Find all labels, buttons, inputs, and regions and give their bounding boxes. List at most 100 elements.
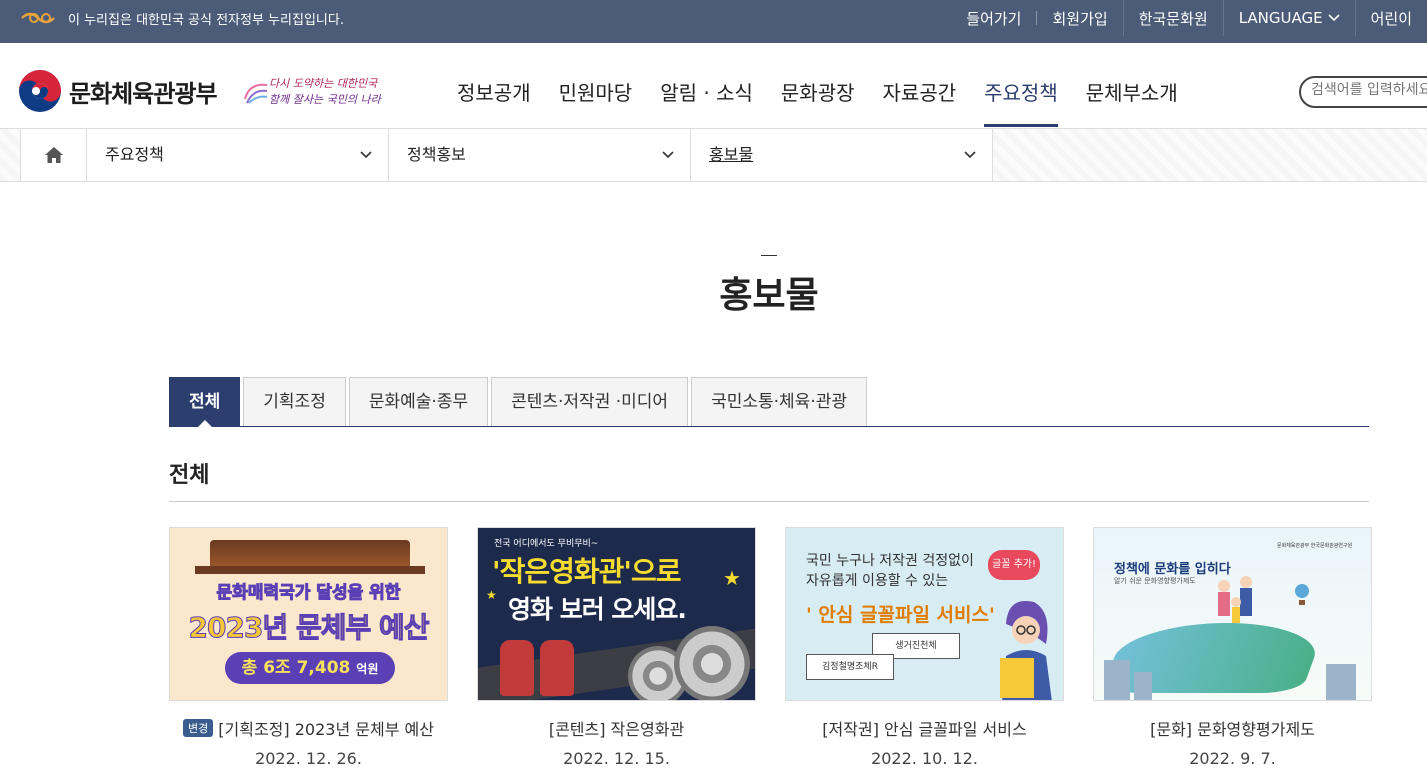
page-title: 홍보물: [719, 275, 819, 316]
pill-value: 6조 7,408: [263, 658, 351, 678]
status-badge: 변경: [183, 719, 214, 737]
breadcrumb: 주요정책 정책홍보 홍보물: [20, 129, 993, 181]
location-bar: 주요정책 정책홍보 홍보물: [0, 129, 1427, 182]
site-header: 문화체육관광부 다시 도약하는 대한민국 함께 잘사는 국민의 나라 정보공개 …: [0, 43, 1427, 129]
nav-info-disclosure[interactable]: 정보공개: [443, 43, 545, 128]
building-illustration: [1104, 660, 1130, 700]
language-label: LANGUAGE: [1238, 9, 1323, 27]
breadcrumb-level2[interactable]: 정책홍보: [389, 129, 691, 181]
nav-civil-service[interactable]: 민원마당: [545, 43, 647, 128]
main-navigation: 정보공개 민원마당 알림 · 소식 문화광장 자료공간 주요정책 문체부소개: [443, 43, 1192, 128]
card-date: 2022. 10. 12.: [871, 749, 978, 768]
thumb-line3: ' 안심 글꼴파일 서비스': [806, 604, 995, 626]
gov-notice: 이 누리집은 대한민국 공식 전자정부 누리집입니다.: [20, 0, 344, 36]
font-sample-box: 김정철명조체R: [806, 654, 894, 680]
agency-logos: 문화체육관광부 한국문화관광연구원: [1277, 543, 1353, 549]
thumb-line1: 국민 누구나 저작권 걱정없이: [806, 553, 974, 569]
chevron-down-icon: [360, 151, 372, 159]
search-input[interactable]: [1311, 82, 1427, 98]
tab-communication-sports[interactable]: 국민소통·체육·관광: [691, 377, 868, 426]
card-thumbnail[interactable]: 국민 누구나 저작권 걱정없이 자유롭게 이용할 수 있는 ' 안심 글꼴파일 …: [785, 527, 1064, 701]
language-selector[interactable]: LANGUAGE: [1222, 0, 1355, 36]
breadcrumb-level3[interactable]: 홍보물: [691, 129, 993, 181]
star-icon: ★: [486, 588, 497, 602]
thumb-sub: 전국 어디에서도 무비무비~: [494, 539, 599, 549]
card-title[interactable]: [기획조정] 2023년 문체부 예산: [218, 716, 434, 740]
card-thumbnail[interactable]: 문화매력국가 달성을 위한 2023년 문체부 예산 총 6조 7,408 억원: [169, 527, 448, 701]
nav-about[interactable]: 문체부소개: [1072, 43, 1192, 128]
breadcrumb-level1-label: 주요정책: [105, 145, 164, 164]
thumb-line1: 문화매력국가 달성을 위한: [216, 583, 401, 604]
card-title[interactable]: [문화] 문화영향평가제도: [1150, 716, 1315, 740]
tab-planning[interactable]: 기획조정: [243, 377, 346, 426]
pill-prefix: 총: [241, 658, 258, 678]
section-divider: [169, 501, 1369, 502]
gov-emblem-icon: [21, 12, 55, 24]
nav-key-policies[interactable]: 주요정책: [970, 43, 1072, 128]
star-icon: ★: [723, 566, 741, 590]
breadcrumb-level1[interactable]: 주요정책: [87, 129, 389, 181]
nav-news[interactable]: 알림 · 소식: [646, 43, 767, 128]
card-date: 2022. 12. 15.: [563, 749, 670, 768]
thumb-line2: 알기 쉬운 문화영향평가제도: [1114, 577, 1196, 585]
korean-culture-center-link[interactable]: 한국문화원: [1122, 0, 1223, 36]
woman-illustration-icon: [1000, 600, 1052, 700]
slogan: 다시 도약하는 대한민국 함께 잘사는 국민의 나라: [243, 75, 381, 111]
slogan-swirl-icon: [244, 83, 268, 104]
chevron-down-icon: [662, 151, 674, 159]
nav-resources[interactable]: 자료공간: [869, 43, 971, 128]
thumb-line2: 자유롭게 이용할 수 있는: [806, 573, 949, 589]
list-item[interactable]: 전국 어디에서도 무비무비~ '작은영화관'으로 영화 보러 오세요. ★ ★ …: [477, 527, 756, 768]
breadcrumb-level3-label: 홍보물: [709, 145, 754, 164]
building-illustration: [1134, 672, 1152, 700]
home-button[interactable]: [20, 129, 87, 181]
roof-illustration: [195, 566, 425, 574]
card-thumbnail[interactable]: 문화체육관광부 한국문화관광연구원 정책에 문화를 입히다 알기 쉬운 문화영향…: [1093, 527, 1372, 701]
chevron-down-icon: [1328, 14, 1340, 22]
hot-air-balloon-icon: [1295, 584, 1309, 605]
film-reel-icon: [674, 626, 750, 700]
card-title[interactable]: [콘텐츠] 작은영화관: [549, 716, 684, 740]
logo-text: 문화체육관광부: [69, 79, 218, 108]
theater-seat-illustration: [540, 640, 574, 696]
list-item[interactable]: 국민 누구나 저작권 걱정없이 자유롭게 이용할 수 있는 ' 안심 글꼴파일 …: [785, 527, 1064, 768]
home-icon: [44, 147, 63, 163]
login-link[interactable]: 들어가기: [951, 0, 1036, 36]
breadcrumb-level2-label: 정책홍보: [407, 145, 466, 164]
tab-all[interactable]: 전체: [169, 377, 241, 427]
theater-seat-illustration: [500, 640, 534, 696]
list-item[interactable]: 문화체육관광부 한국문화관광연구원 정책에 문화를 입히다 알기 쉬운 문화영향…: [1093, 527, 1372, 768]
thumb-line1: '작은영화관'으로: [492, 555, 681, 588]
speech-bubble: 글꼴 추가!: [988, 550, 1040, 580]
card-title-row[interactable]: [저작권] 안심 글꼴파일 서비스: [785, 716, 1064, 740]
section-title: 전체: [169, 463, 210, 488]
taegeuk-logo-icon: [19, 70, 61, 112]
card-date: 2022. 12. 26.: [255, 749, 362, 768]
title-decoration: [761, 255, 777, 256]
budget-pill: 총 6조 7,408 억원: [225, 652, 395, 684]
card-title[interactable]: [저작권] 안심 글꼴파일 서비스: [822, 716, 1026, 740]
ministry-logo[interactable]: 문화체육관광부: [18, 69, 218, 113]
building-illustration: [1326, 664, 1356, 700]
family-illustration-icon: [1218, 576, 1252, 623]
nav-culture-plaza[interactable]: 문화광장: [767, 43, 869, 128]
card-title-row[interactable]: [문화] 문화영향평가제도: [1093, 716, 1372, 740]
card-thumbnail[interactable]: 전국 어디에서도 무비무비~ '작은영화관'으로 영화 보러 오세요. ★ ★: [477, 527, 756, 701]
thumb-line2: 2023년 문체부 예산: [188, 611, 430, 645]
tab-contents-copyright[interactable]: 콘텐츠·저작권 ·미디어: [491, 377, 689, 426]
category-tabs: 전체 기획조정 문화예술·종무 콘텐츠·저작권 ·미디어 국민소통·체육·관광: [169, 377, 1369, 427]
slogan-line2: 함께 잘사는 국민의 나라: [269, 93, 381, 106]
card-date: 2022. 9. 7.: [1189, 749, 1276, 768]
kids-link[interactable]: 어린이: [1354, 0, 1427, 36]
thumb-line2: 영화 보러 오세요.: [508, 595, 687, 624]
card-title-row[interactable]: 변경 [기획조정] 2023년 문체부 예산: [169, 716, 448, 740]
list-item[interactable]: 문화매력국가 달성을 위한 2023년 문체부 예산 총 6조 7,408 억원…: [169, 527, 448, 768]
chevron-down-icon: [964, 151, 976, 159]
gov-notice-text: 이 누리집은 대한민국 공식 전자정부 누리집입니다.: [68, 12, 344, 28]
promo-card-list: 문화매력국가 달성을 위한 2023년 문체부 예산 총 6조 7,408 억원…: [169, 527, 1372, 768]
signup-link[interactable]: 회원가입: [1037, 0, 1122, 36]
search-box: [1299, 76, 1427, 108]
card-title-row[interactable]: [콘텐츠] 작은영화관: [477, 716, 756, 740]
tab-culture-arts[interactable]: 문화예술·종무: [348, 377, 489, 426]
pill-unit: 억원: [356, 662, 379, 676]
